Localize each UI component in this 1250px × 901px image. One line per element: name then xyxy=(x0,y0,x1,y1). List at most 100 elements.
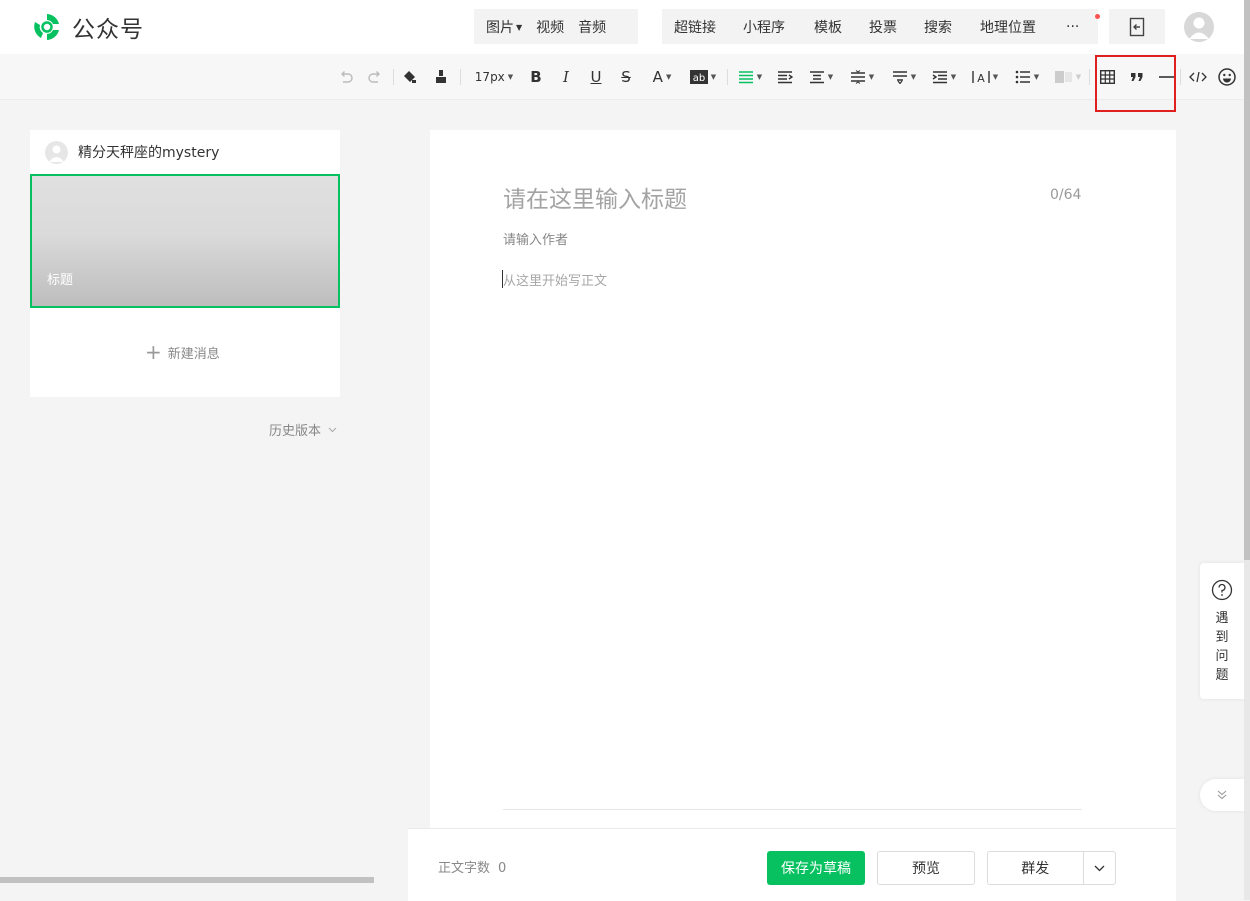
mass-send-button[interactable]: 群发 xyxy=(988,858,1083,878)
code-button[interactable] xyxy=(1188,66,1208,88)
caret-down-icon: ▼ xyxy=(1075,73,1082,81)
top-bar: 公众号 图片 ▼ 视频 音频 超链接 小程序 模板 投票 搜索 地理位置 ··· xyxy=(0,0,1250,54)
exit-editor-button[interactable] xyxy=(1109,9,1165,44)
caret-down-icon: ▼ xyxy=(507,73,514,81)
text-indent-button[interactable]: ▼ xyxy=(929,66,959,88)
caret-down-icon: ▼ xyxy=(868,73,875,81)
font-color-icon: A xyxy=(652,68,663,86)
title-input[interactable]: 请在这里输入标题 xyxy=(503,180,687,214)
caret-down-icon: ▼ xyxy=(1033,73,1040,81)
author-input[interactable]: 请输入作者 xyxy=(503,229,568,248)
plus-icon: + xyxy=(145,340,162,364)
letter-spacing-icon: A xyxy=(972,71,990,84)
letter-spacing-button[interactable]: A ▼ xyxy=(970,66,1000,88)
insert-miniprogram-button[interactable]: 小程序 xyxy=(743,17,814,37)
account-name: 精分天秤座的mystery xyxy=(78,145,220,161)
media-insert-group: 图片 ▼ 视频 音频 xyxy=(474,9,638,44)
line-height-button[interactable]: ▼ xyxy=(847,66,877,88)
new-message-label: 新建消息 xyxy=(167,346,220,362)
undo-icon xyxy=(341,71,353,83)
scrollbar-thumb[interactable] xyxy=(1244,0,1250,560)
editor-footer: 正文字数 0 保存为草稿 预览 群发 xyxy=(408,828,1176,901)
help-icon xyxy=(1211,579,1233,601)
undo-button[interactable] xyxy=(337,66,355,88)
italic-button[interactable]: I xyxy=(557,66,575,88)
svg-text:ab: ab xyxy=(693,73,705,84)
paragraph-spacing-icon xyxy=(892,71,907,84)
align-button[interactable]: ▼ xyxy=(735,66,765,88)
redo-icon xyxy=(368,71,380,83)
clear-format-icon xyxy=(436,70,446,83)
caret-down-icon: ▼ xyxy=(665,73,672,81)
exit-icon xyxy=(1129,17,1145,36)
chevron-down-icon xyxy=(328,427,337,433)
insert-search-button[interactable]: 搜索 xyxy=(924,17,980,37)
svg-text:A: A xyxy=(977,72,985,84)
account-row: 精分天秤座的mystery xyxy=(45,140,219,164)
font-size-value: 17px xyxy=(474,70,505,84)
body-editor[interactable]: 从这里开始写正文 xyxy=(503,270,607,289)
caret-down-icon: ▼ xyxy=(950,73,957,81)
font-color-button[interactable]: A ▼ xyxy=(648,66,676,88)
caret-down-icon: ▼ xyxy=(756,73,763,81)
italic-icon: I xyxy=(563,68,569,86)
history-versions-button[interactable]: 历史版本 xyxy=(269,420,337,439)
caret-down-icon: ▼ xyxy=(992,73,999,81)
word-count-value: 0 xyxy=(498,861,507,876)
horizontal-scrollbar[interactable] xyxy=(0,877,374,883)
emoji-icon xyxy=(1218,68,1236,86)
user-avatar[interactable] xyxy=(1184,12,1214,42)
user-icon xyxy=(1189,17,1209,39)
justify-button[interactable]: ▼ xyxy=(806,66,836,88)
indent-button[interactable] xyxy=(776,66,794,88)
mass-send-dropdown[interactable] xyxy=(1084,865,1116,872)
insert-hyperlink-button[interactable]: 超链接 xyxy=(662,17,743,37)
insert-audio-button[interactable]: 音频 xyxy=(578,17,620,37)
strikethrough-button[interactable]: S xyxy=(617,66,635,88)
background-color-button[interactable]: ab ▼ xyxy=(688,66,718,88)
insert-video-button[interactable]: 视频 xyxy=(536,17,578,37)
more-menu-button[interactable]: ··· xyxy=(1066,13,1101,35)
image-float-icon xyxy=(1054,71,1072,83)
underline-button[interactable]: U xyxy=(587,66,605,88)
format-painter-button[interactable] xyxy=(401,66,419,88)
redo-button[interactable] xyxy=(366,66,384,88)
app-name: 公众号 xyxy=(72,17,144,43)
insert-vote-button[interactable]: 投票 xyxy=(869,17,924,37)
notification-dot xyxy=(1095,13,1101,19)
clear-format-button[interactable] xyxy=(432,66,450,88)
underline-icon: U xyxy=(590,68,602,86)
background-color-icon: ab xyxy=(689,70,708,84)
new-message-button[interactable]: + 新建消息 xyxy=(145,342,220,362)
help-panel[interactable]: 遇到问题 xyxy=(1200,563,1244,699)
caret-down-icon: ▼ xyxy=(910,73,917,81)
chevron-down-icon xyxy=(1094,865,1105,871)
emoji-button[interactable] xyxy=(1217,66,1237,88)
word-count: 正文字数 0 xyxy=(438,857,506,876)
strikethrough-icon: S xyxy=(621,68,631,86)
indent-icon xyxy=(778,71,793,84)
toolbar-divider xyxy=(727,69,728,85)
account-avatar xyxy=(45,140,68,164)
article-list-card: 精分天秤座的mystery 标题 + 新建消息 xyxy=(30,130,340,397)
image-float-button[interactable]: ▼ xyxy=(1053,66,1083,88)
user-icon xyxy=(49,145,64,162)
paragraph-spacing-button[interactable]: ▼ xyxy=(889,66,919,88)
article-cover-selected[interactable]: 标题 xyxy=(30,174,340,308)
highlight-annotation-box xyxy=(1095,55,1176,112)
font-size-select[interactable]: 17px ▼ xyxy=(471,66,517,88)
scroll-to-bottom-button[interactable] xyxy=(1200,779,1244,811)
caret-down-icon: ▼ xyxy=(516,22,523,32)
list-button[interactable]: ▼ xyxy=(1012,66,1042,88)
list-icon xyxy=(1015,70,1030,84)
insert-template-button[interactable]: 模板 xyxy=(814,17,869,37)
toolbar-divider xyxy=(460,69,461,85)
insert-location-button[interactable]: 地理位置 xyxy=(980,17,1066,37)
vertical-scrollbar[interactable] xyxy=(1244,0,1250,900)
toolbar-divider xyxy=(1180,69,1181,85)
save-draft-button[interactable]: 保存为草稿 xyxy=(767,851,865,885)
preview-button[interactable]: 预览 xyxy=(877,851,975,885)
app-logo[interactable]: 公众号 xyxy=(30,10,144,44)
insert-image-menu[interactable]: 图片 ▼ xyxy=(474,17,536,37)
bold-button[interactable]: B xyxy=(527,66,545,88)
